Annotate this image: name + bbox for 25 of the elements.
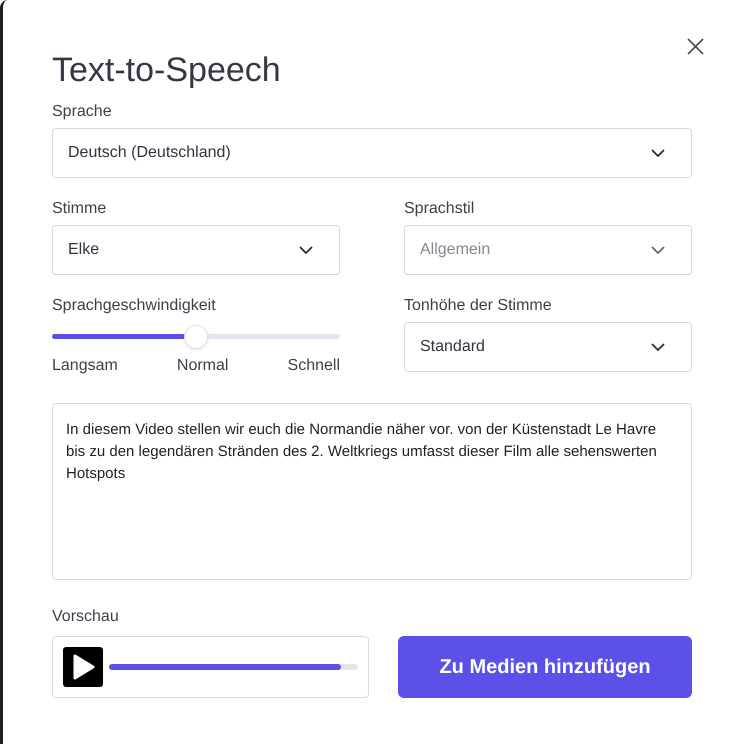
chevron-down-icon: [651, 343, 665, 351]
field-label: Tonhöhe der Stimme: [404, 296, 553, 316]
add-to-media-button[interactable]: Zu Medien hinzufügen: [398, 636, 692, 698]
slider-tick-label: Schnell: [288, 356, 340, 376]
dropdown[interactable]: Standard: [404, 322, 692, 372]
chevron-down-icon: [651, 246, 665, 254]
chevron-down-icon: [299, 246, 313, 254]
text-area[interactable]: In diesem Video stellen wir euch die Normandie näher vor. von der Küstenstadt Le Havre bis zu den legendären Stränden des 2. Weltkriegs umfasst dieser Film alle sehenswerten Hotspots: [52, 403, 692, 580]
play-button[interactable]: [63, 647, 103, 687]
field-label: Sprache: [52, 102, 113, 122]
field-label: Sprachstil: [404, 199, 476, 219]
field-label: Sprachgeschwindigkeit: [52, 296, 217, 316]
dialog-title: Text-to-Speech: [52, 50, 282, 90]
speed-slider[interactable]: [52, 325, 340, 349]
chevron-down-icon: [651, 149, 665, 157]
field-label: Vorschau: [52, 607, 120, 627]
slider-tick-label: Normal: [176, 356, 228, 376]
slider-thumb[interactable]: [184, 325, 208, 349]
field-label: Stimme: [52, 199, 108, 219]
dropdown[interactable]: Deutsch (Deutschland): [52, 128, 692, 178]
playback-progress[interactable]: [109, 664, 358, 670]
close-icon[interactable]: [687, 38, 704, 55]
script-text: In diesem Video stellen wir euch die Normandie näher vor. von der Küstenstadt Le Havre bis zu den legendären Stränden des 2. Weltkriegs umfasst dieser Film alle sehenswerten Hotspots: [66, 420, 658, 484]
slider-tick-label: Langsam: [52, 356, 118, 376]
dropdown[interactable]: Elke: [52, 225, 340, 275]
